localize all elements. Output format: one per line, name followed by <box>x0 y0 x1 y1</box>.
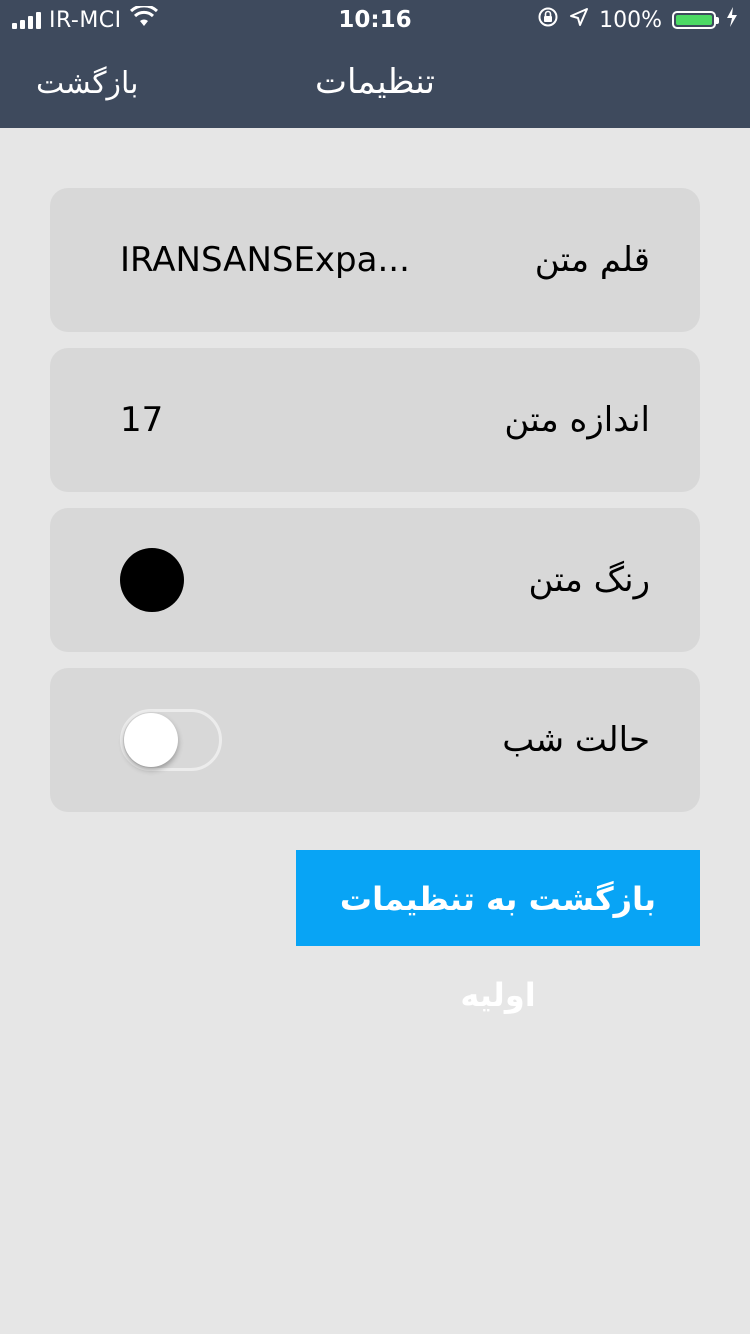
font-label: قلم متن <box>534 240 650 280</box>
size-label: اندازه متن <box>504 400 650 440</box>
status-right: 100% <box>537 6 738 34</box>
battery-fill <box>676 15 712 25</box>
battery-icon <box>672 11 719 29</box>
color-swatch[interactable] <box>120 548 184 612</box>
setting-row-color: رنگ متن <box>50 508 700 652</box>
night-mode-toggle[interactable] <box>120 709 222 771</box>
settings-list: قلم متن IRANSANSExpa... اندازه متن 17 رن… <box>50 188 700 828</box>
toggle-knob <box>124 713 178 767</box>
setting-row-font[interactable]: قلم متن IRANSANSExpa... <box>50 188 700 332</box>
rotation-lock-icon <box>537 6 559 34</box>
charging-icon <box>726 7 738 33</box>
page-title: تنظیمات <box>315 62 435 102</box>
location-icon <box>569 7 589 33</box>
color-label: رنگ متن <box>528 560 650 600</box>
status-bar: IR-MCI 10:16 100% <box>0 0 750 40</box>
night-mode-label: حالت شب <box>502 720 650 760</box>
reset-settings-button[interactable]: بازگشت به تنظیمات اولیه <box>296 850 700 1014</box>
size-value: 17 <box>120 400 164 440</box>
navigation-bar: بازگشت تنظیمات <box>0 40 750 128</box>
setting-row-night-mode: حالت شب <box>50 668 700 812</box>
setting-row-size[interactable]: اندازه متن 17 <box>50 348 700 492</box>
font-value: IRANSANSExpa... <box>120 240 410 280</box>
battery-percent: 100% <box>599 7 662 33</box>
top-bar: IR-MCI 10:16 100% بازگشت تنظیمات <box>0 0 750 128</box>
